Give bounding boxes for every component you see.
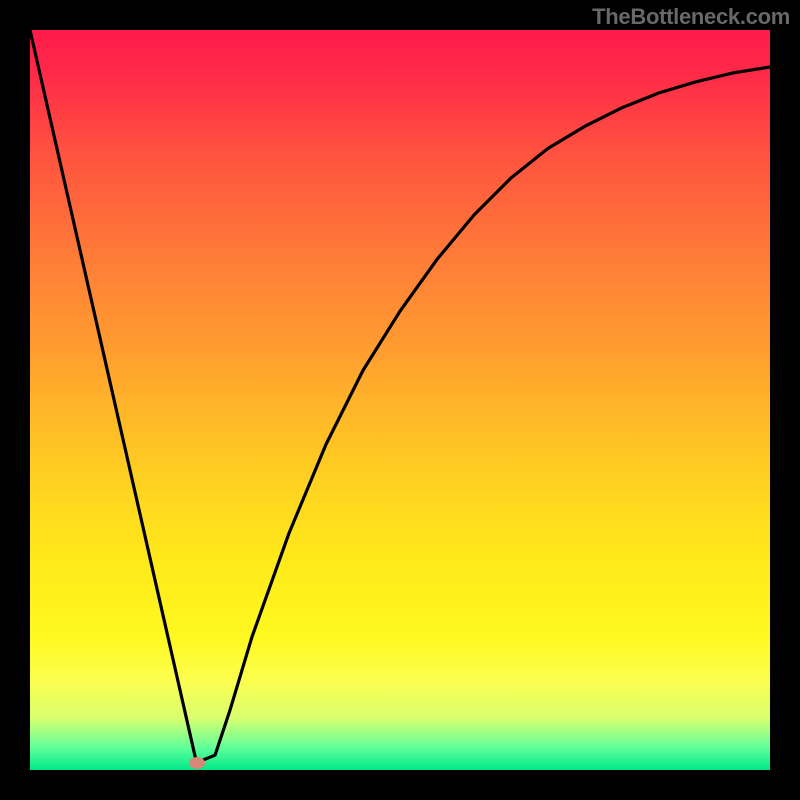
plot-area [30, 30, 770, 770]
watermark-label: TheBottleneck.com [592, 4, 790, 30]
optimum-marker [189, 757, 205, 769]
bottleneck-curve [30, 30, 770, 770]
chart-container: TheBottleneck.com [0, 0, 800, 800]
